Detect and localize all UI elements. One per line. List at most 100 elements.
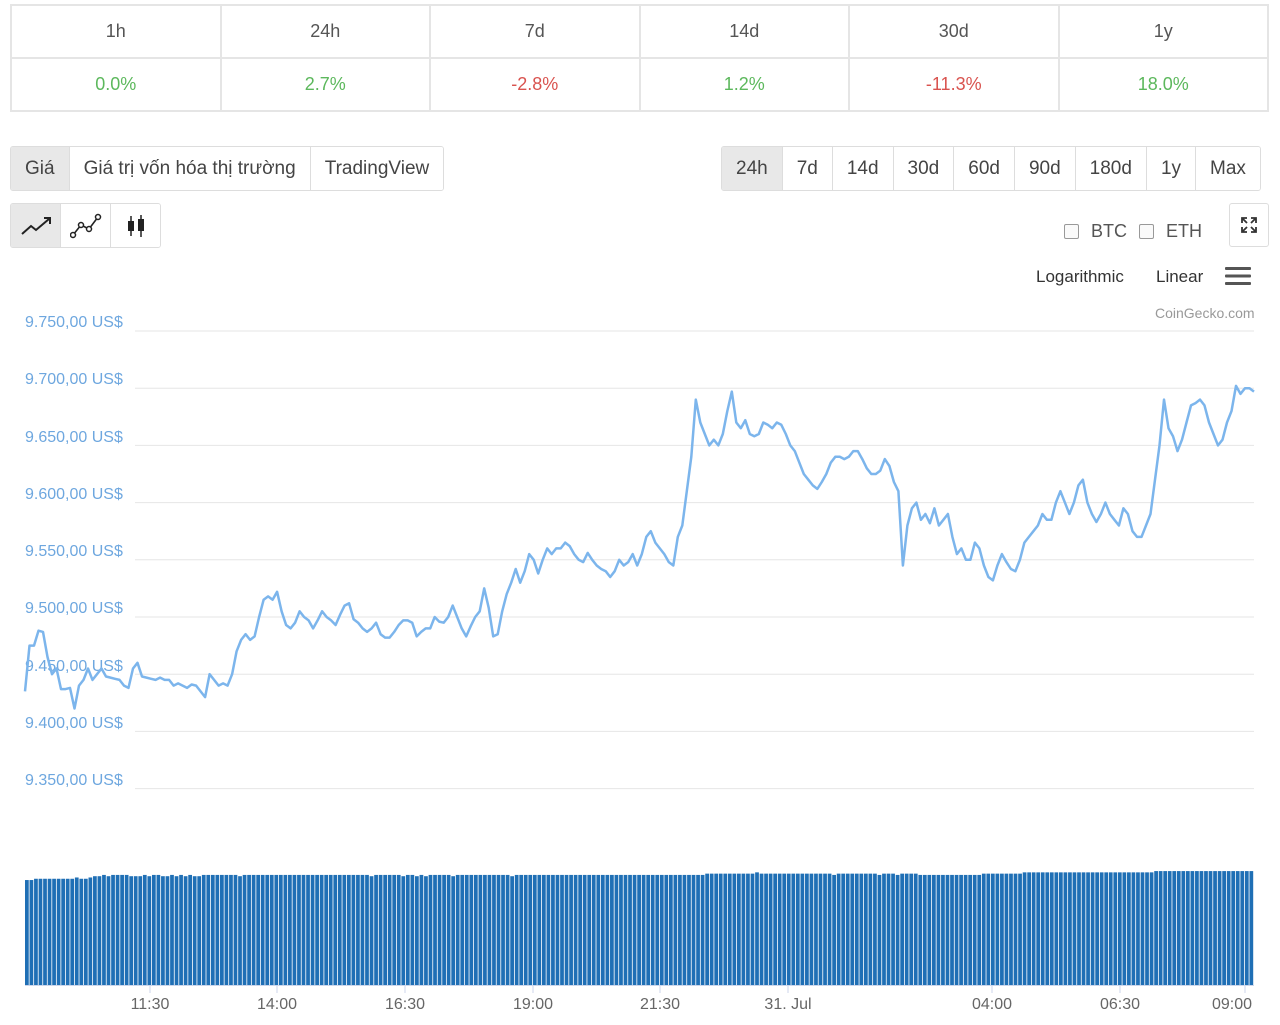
price-chart[interactable] bbox=[0, 0, 1280, 1025]
x-tick-label: 16:30 bbox=[384, 996, 426, 1013]
volume-bar bbox=[142, 874, 147, 985]
volume-bar bbox=[464, 874, 469, 985]
volume-bar bbox=[1009, 873, 1013, 985]
volume-bar bbox=[319, 874, 324, 985]
volume-bar bbox=[823, 873, 827, 985]
volume-bar bbox=[197, 876, 202, 985]
volume-bar bbox=[424, 876, 428, 985]
volume-bar bbox=[419, 874, 424, 985]
volume-bar bbox=[895, 874, 900, 985]
volume-bar bbox=[886, 873, 891, 985]
volume-bar bbox=[777, 873, 782, 985]
volume-bar bbox=[1099, 872, 1104, 985]
volume-bar bbox=[183, 876, 188, 985]
volume-bar bbox=[582, 874, 587, 985]
volume-bar bbox=[79, 878, 84, 985]
volume-bar bbox=[210, 874, 215, 985]
volume-bar bbox=[138, 876, 143, 985]
volume-bar bbox=[1249, 871, 1254, 985]
volume-bar bbox=[179, 874, 183, 985]
x-tick-label: 09:00 bbox=[1211, 996, 1253, 1013]
volume-bar bbox=[827, 873, 832, 985]
volume-bar bbox=[1176, 871, 1181, 985]
volume-bar bbox=[696, 874, 700, 985]
volume-bar bbox=[687, 874, 691, 985]
volume-bar bbox=[460, 874, 465, 985]
volume-bar bbox=[337, 874, 342, 985]
volume-bar bbox=[1231, 871, 1236, 985]
volume-bar bbox=[546, 874, 551, 985]
volume-bar bbox=[392, 874, 397, 985]
volume-bar bbox=[188, 874, 192, 985]
volume-bar bbox=[405, 874, 410, 985]
volume-bar bbox=[65, 878, 70, 985]
volume-bar bbox=[682, 874, 687, 985]
volume-bar bbox=[591, 874, 596, 985]
volume-bar bbox=[723, 873, 728, 985]
volume-bar bbox=[1163, 871, 1168, 985]
volume-bar bbox=[945, 874, 950, 985]
volume-bar bbox=[1226, 871, 1231, 985]
volume-bar bbox=[655, 874, 660, 985]
volume-bar bbox=[156, 874, 161, 985]
volume-bar bbox=[93, 876, 97, 985]
price-line bbox=[23, 384, 1255, 710]
volume-bar bbox=[705, 873, 709, 985]
volume-bar bbox=[473, 874, 478, 985]
volume-bar bbox=[941, 874, 945, 985]
volume-bar bbox=[523, 874, 528, 985]
x-tick-label: 04:00 bbox=[971, 996, 1013, 1013]
volume-bar bbox=[936, 874, 941, 985]
volume-bar bbox=[927, 874, 932, 985]
volume-bar bbox=[732, 873, 737, 985]
volume-bar bbox=[714, 873, 719, 985]
volume-bar bbox=[174, 876, 179, 985]
volume-bar bbox=[1072, 872, 1077, 985]
x-tick-label: 06:30 bbox=[1099, 996, 1141, 1013]
volume-bar bbox=[1204, 871, 1208, 985]
volume-bar bbox=[1022, 872, 1027, 985]
volume-bar bbox=[1240, 871, 1245, 985]
volume-bar bbox=[1045, 872, 1050, 985]
volume-bar bbox=[972, 874, 977, 985]
volume-bar bbox=[1140, 872, 1145, 985]
volume-bar bbox=[632, 874, 637, 985]
volume-bar bbox=[818, 873, 823, 985]
volume-bar bbox=[120, 874, 124, 985]
volume-bar bbox=[129, 876, 134, 985]
volume-bar bbox=[446, 874, 451, 985]
volume-bar bbox=[755, 872, 759, 985]
volume-bar bbox=[650, 874, 655, 985]
volume-bar bbox=[859, 873, 864, 985]
volume-bar bbox=[1040, 872, 1045, 985]
volume-bar bbox=[115, 874, 120, 985]
volume-bar bbox=[192, 876, 197, 985]
volume-bar bbox=[750, 873, 755, 985]
volume-bar bbox=[1145, 872, 1149, 985]
volume-bar bbox=[1054, 872, 1059, 985]
volume-bar bbox=[1013, 873, 1018, 985]
volume-bar bbox=[773, 873, 778, 985]
volume-bar bbox=[741, 873, 746, 985]
volume-bar bbox=[292, 874, 297, 985]
volume-bar bbox=[668, 874, 673, 985]
volume-bar bbox=[383, 874, 388, 985]
volume-bar bbox=[1154, 871, 1158, 985]
volume-bar bbox=[1086, 872, 1090, 985]
x-tick-label: 11:30 bbox=[130, 996, 170, 1013]
volume-bar bbox=[532, 874, 537, 985]
volume-bar bbox=[737, 873, 741, 985]
volume-bar bbox=[278, 874, 283, 985]
volume-bar bbox=[74, 877, 79, 985]
volume-bar bbox=[483, 874, 487, 985]
volume-bar bbox=[909, 873, 914, 985]
volume-bar bbox=[1068, 872, 1072, 985]
volume-bar bbox=[260, 874, 265, 985]
volume-bar bbox=[437, 874, 442, 985]
volume-bar bbox=[83, 878, 88, 985]
volume-bar bbox=[1185, 871, 1190, 985]
volume-bar bbox=[333, 874, 338, 985]
volume-bar bbox=[1000, 873, 1004, 985]
volume-bar bbox=[981, 873, 986, 985]
volume-bar bbox=[229, 874, 233, 985]
